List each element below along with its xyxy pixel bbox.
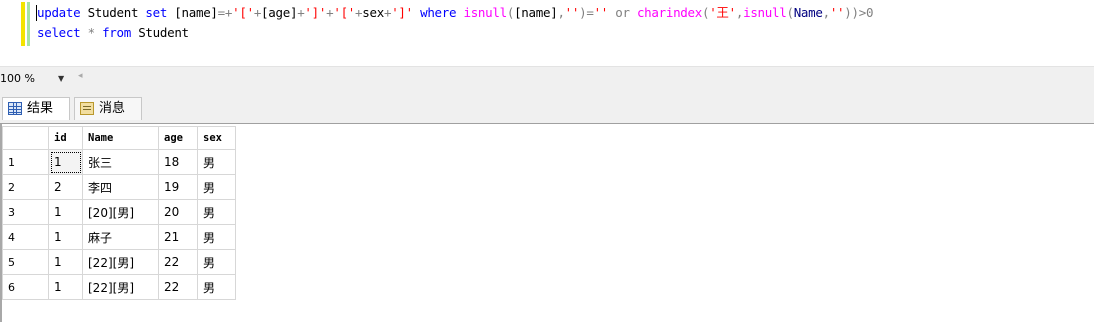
query-editor[interactable]: update Student set [name]=+'['+[age]+']'…: [0, 0, 1094, 64]
zoom-value: 100 %: [0, 72, 35, 85]
column-sex: sex: [362, 5, 384, 20]
cell-age[interactable]: 22: [158, 249, 198, 275]
cell-age[interactable]: 19: [158, 174, 198, 200]
cell-sex[interactable]: 男: [197, 199, 236, 225]
change-marker-unsaved: [21, 2, 25, 46]
column-header-name[interactable]: Name: [82, 126, 159, 150]
column-header-sex[interactable]: sex: [197, 126, 236, 150]
results-grid[interactable]: id Name age sex 1 1 张三 18 男 2 2 李四 19 男 …: [2, 126, 236, 300]
cell-name[interactable]: [20][男]: [82, 199, 159, 225]
column-header-id[interactable]: id: [48, 126, 83, 150]
operator-star: *: [87, 25, 96, 40]
keyword-select: select: [37, 25, 81, 40]
comma: ,: [735, 5, 744, 20]
cell-age[interactable]: 18: [158, 149, 198, 175]
table-name: Student: [80, 5, 146, 20]
table-row[interactable]: 1 1 张三 18 男: [2, 149, 236, 175]
row-number[interactable]: 2: [2, 174, 49, 200]
operator: ))>0: [844, 5, 874, 20]
message-icon: [80, 102, 94, 115]
comma: ,: [822, 5, 831, 20]
string-literal: '': [829, 5, 845, 20]
zoom-dropdown[interactable]: 100 % ▼: [0, 71, 74, 87]
table-row[interactable]: 2 2 李四 19 男: [2, 174, 236, 200]
header-row: id Name age sex: [2, 126, 236, 150]
cell-sex[interactable]: 男: [197, 224, 236, 250]
cell-name[interactable]: [22][男]: [82, 249, 159, 275]
string-literal: '王': [709, 5, 736, 20]
paren: (: [506, 5, 515, 20]
function-charindex: charindex: [636, 5, 702, 20]
row-number-header[interactable]: [2, 126, 49, 150]
cell-id[interactable]: 2: [48, 174, 83, 200]
function-isnull: isnull: [743, 5, 787, 20]
tab-messages[interactable]: 消息: [74, 97, 142, 120]
code-line-2[interactable]: select * from Student: [37, 24, 189, 42]
cell-name[interactable]: 麻子: [82, 224, 159, 250]
row-number[interactable]: 1: [2, 149, 49, 175]
paren: (: [786, 5, 794, 20]
function-isnull: isnull: [463, 5, 507, 20]
cell-age[interactable]: 21: [158, 224, 198, 250]
row-number[interactable]: 5: [2, 249, 49, 275]
scroll-left-icon[interactable]: ◂: [78, 71, 83, 81]
editor-status-strip: 100 % ▼ ◂: [0, 66, 1094, 91]
cell-id[interactable]: 1: [48, 274, 83, 300]
keyword-where: where: [420, 5, 457, 20]
cell-id[interactable]: 1: [48, 224, 83, 250]
cell-name[interactable]: 李四: [82, 174, 159, 200]
string-literal: '[': [232, 5, 254, 20]
operator: )=: [579, 5, 594, 20]
change-marker-saved: [27, 2, 30, 46]
cell-name[interactable]: [22][男]: [82, 274, 159, 300]
operator: =+: [217, 5, 233, 20]
keyword-update: update: [37, 5, 81, 20]
tab-messages-label: 消息: [99, 101, 126, 116]
cell-sex[interactable]: 男: [197, 174, 236, 200]
column-name: [name]: [167, 5, 218, 20]
cell-age[interactable]: 22: [158, 274, 198, 300]
cell-age[interactable]: 20: [158, 199, 198, 225]
results-tab-strip: 结果 消息: [0, 91, 1094, 123]
cell-name[interactable]: 张三: [82, 149, 159, 175]
string-literal: '[': [333, 5, 356, 20]
cell-id[interactable]: 1: [48, 149, 83, 175]
string-literal: ']': [391, 5, 413, 20]
operator: +: [253, 5, 262, 20]
row-number[interactable]: 3: [2, 199, 49, 225]
keyword-or: or: [608, 5, 637, 20]
keyword-set: set: [145, 5, 168, 20]
row-number[interactable]: 4: [2, 224, 49, 250]
column-name: [name]: [514, 5, 558, 20]
table-row[interactable]: 6 1 [22][男] 22 男: [2, 274, 236, 300]
string-literal: '': [564, 5, 580, 20]
table-row[interactable]: 4 1 麻子 21 男: [2, 224, 236, 250]
cell-sex[interactable]: 男: [197, 274, 236, 300]
tab-results[interactable]: 结果: [2, 97, 70, 120]
chevron-down-icon[interactable]: ▼: [58, 71, 64, 87]
column-age: [age]: [261, 5, 298, 20]
table-name: Student: [130, 25, 189, 40]
table-row[interactable]: 5 1 [22][男] 22 男: [2, 249, 236, 275]
keyword-from: from: [102, 25, 131, 40]
comma: ,: [557, 5, 565, 20]
table-row[interactable]: 3 1 [20][男] 20 男: [2, 199, 236, 225]
column-header-age[interactable]: age: [158, 126, 198, 150]
string-literal: '': [593, 5, 609, 20]
cell-id[interactable]: 1: [48, 199, 83, 225]
cell-sex[interactable]: 男: [197, 149, 236, 175]
cell-id[interactable]: 1: [48, 249, 83, 275]
grid-icon: [8, 102, 22, 115]
column-name: Name: [793, 5, 823, 20]
code-line-1[interactable]: update Student set [name]=+'['+[age]+']'…: [37, 4, 873, 22]
row-number[interactable]: 6: [2, 274, 49, 300]
cell-sex[interactable]: 男: [197, 249, 236, 275]
string-literal: ']': [304, 5, 327, 20]
tab-results-label: 结果: [27, 101, 54, 116]
